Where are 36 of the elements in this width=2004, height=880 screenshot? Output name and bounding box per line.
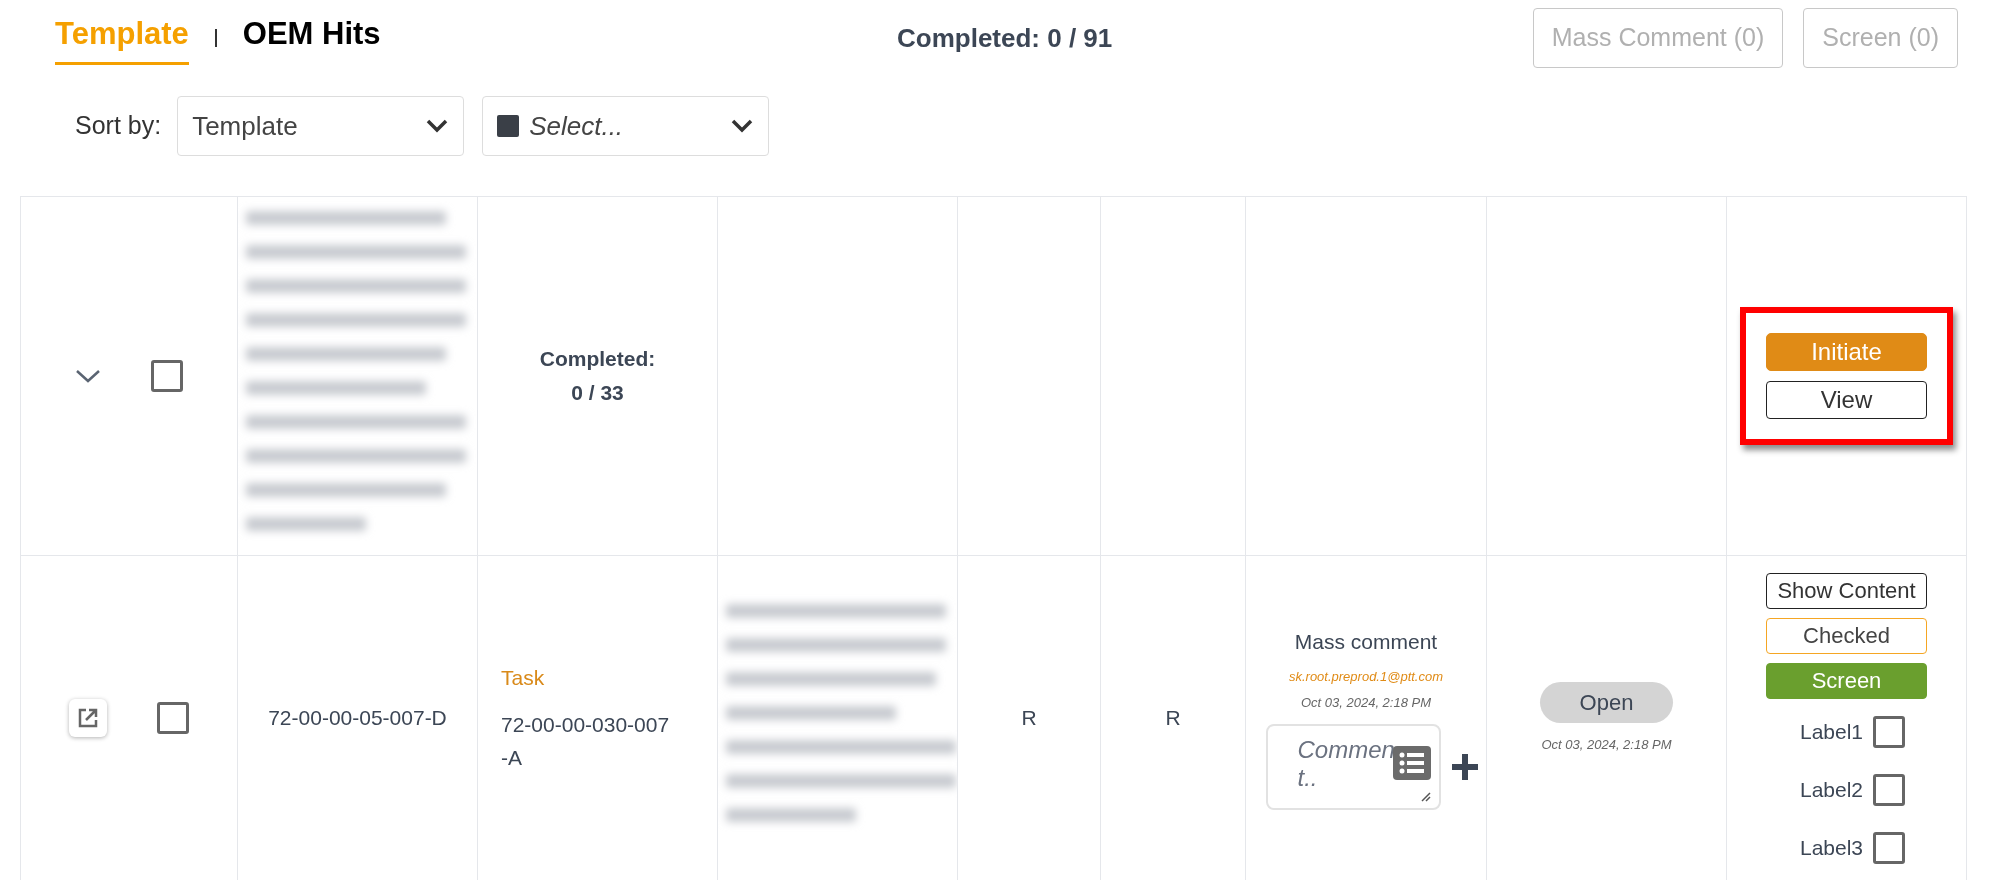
checkbox[interactable]: [151, 360, 183, 392]
completed-count: Completed: 0 / 91: [897, 21, 1113, 55]
table-cell-text: R: [1021, 705, 1037, 732]
label-text: Label2: [1799, 776, 1864, 803]
table-cell-text: R: [1165, 705, 1181, 732]
status-date: Oct 03, 2024, 2:18 PM: [1541, 735, 1672, 754]
checkbox[interactable]: [1873, 715, 1906, 748]
comment-title: Mass comment: [1294, 628, 1438, 655]
chevron-down-icon: [730, 118, 755, 134]
table-cell-text: 72-00-00-05-007-D: [268, 705, 447, 732]
completed-label: Completed:: [539, 346, 656, 372]
comment-field[interactable]: Comment..: [1265, 724, 1441, 811]
comment-date: Oct 03, 2024, 2:18 PM: [1300, 693, 1432, 712]
sort-label: Sort by:: [75, 110, 162, 142]
sort-select[interactable]: Template: [177, 96, 465, 156]
chevron-down-icon[interactable]: [75, 368, 101, 384]
table-cell-text: 72-00-00-030-007-A: [501, 711, 671, 771]
checkbox[interactable]: [1873, 773, 1906, 806]
external-link-icon: [77, 707, 99, 729]
checkbox[interactable]: [1873, 831, 1906, 864]
action-button[interactable]: View: [1766, 381, 1927, 419]
square-icon: [497, 115, 520, 137]
label-text: Label3: [1799, 834, 1864, 861]
tab[interactable]: OEM Hits: [242, 11, 381, 65]
checkbox[interactable]: [157, 702, 189, 734]
list-icon[interactable]: [1392, 746, 1431, 781]
label-text: Label1: [1799, 718, 1864, 745]
completed-count: 0 / 33: [571, 380, 624, 406]
action-button[interactable]: Show Content: [1766, 572, 1927, 609]
action-button[interactable]: Checked: [1766, 617, 1927, 654]
chevron-down-icon: [425, 118, 450, 134]
open-link-button[interactable]: [69, 699, 107, 737]
comment-author: sk.root.preprod.1@ptt.com: [1288, 668, 1444, 687]
type-label: Task: [501, 665, 546, 692]
sort-select[interactable]: Select...: [482, 96, 770, 156]
status-badge: Open: [1539, 681, 1674, 723]
